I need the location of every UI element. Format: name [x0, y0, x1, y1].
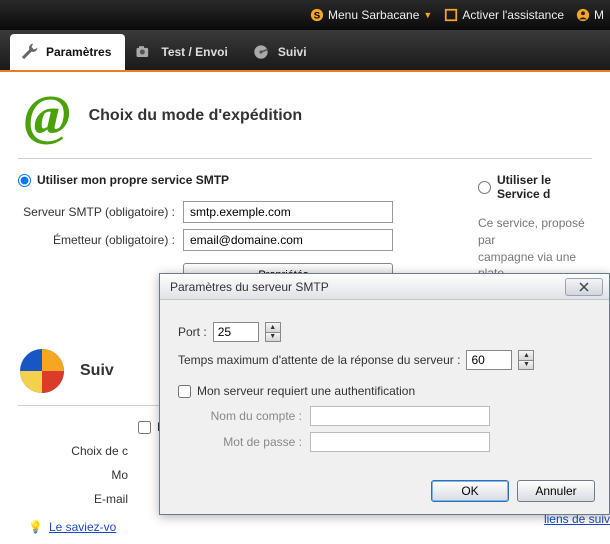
ext-service-radio-label: Utiliser le Service d [497, 173, 592, 201]
activate-assist[interactable]: Activer l'assistance [444, 8, 564, 22]
sarbacane-logo-icon: S [310, 8, 324, 22]
timeout-input[interactable] [466, 350, 512, 370]
tab-suivi-label: Suivi [278, 45, 307, 59]
menu-sarbacane-label: Menu Sarbacane [328, 8, 419, 22]
divider [18, 158, 592, 159]
at-sign-icon: @ [24, 88, 71, 144]
ext-service-option[interactable]: Utiliser le Service d [478, 173, 592, 201]
emitter-input[interactable] [183, 229, 393, 251]
auth-checkbox-row[interactable]: Mon serveur requiert une authentificatio… [178, 384, 591, 398]
square-icon [444, 8, 458, 22]
svg-text:S: S [314, 11, 321, 22]
port-label: Port : [178, 325, 207, 339]
auth-required-label: Mon serveur requiert une authentificatio… [197, 384, 415, 398]
mo-label: Mo [18, 468, 138, 482]
password-input[interactable] [310, 432, 490, 452]
tab-test-label: Test / Envoi [161, 45, 227, 59]
tab-suivi[interactable]: Suivi [242, 34, 321, 70]
port-row: Port : ▲▼ [178, 322, 591, 342]
suivi-title: Suiv [80, 362, 114, 380]
main-tab-bar: Paramètres Test / Envoi Suivi [0, 30, 610, 72]
dialog-title: Paramètres du serveur SMTP [170, 280, 329, 294]
ext-service-radio[interactable] [478, 181, 491, 194]
own-smtp-radio[interactable] [18, 174, 31, 187]
dialog-close-button[interactable] [565, 278, 603, 296]
tab-parametres[interactable]: Paramètres [10, 34, 125, 70]
smtp-server-input[interactable] [183, 201, 393, 223]
password-label: Mot de passe : [200, 435, 310, 449]
auth-required-checkbox[interactable] [178, 385, 191, 398]
smtp-settings-dialog: Paramètres du serveur SMTP Port : ▲▼ Tem… [159, 273, 610, 515]
dialog-titlebar[interactable]: Paramètres du serveur SMTP [160, 274, 609, 300]
spin-up-icon[interactable]: ▲ [519, 351, 533, 361]
user-icon [576, 8, 590, 22]
choix-label: Choix de c [18, 444, 138, 458]
tab-test-envoi[interactable]: Test / Envoi [125, 34, 241, 70]
ok-button[interactable]: OK [431, 480, 509, 502]
timeout-row: Temps maximum d'attente de la réponse du… [178, 350, 591, 370]
effectuer-checkbox[interactable] [138, 421, 151, 434]
radar-icon [250, 41, 272, 63]
spin-up-icon[interactable]: ▲ [266, 323, 280, 333]
page-title: Choix du mode d'expédition [89, 107, 303, 125]
port-spinner[interactable]: ▲▼ [265, 322, 281, 342]
tip-row: 💡 Le saviez-vo [28, 520, 592, 534]
own-smtp-option[interactable]: Utiliser mon propre service SMTP [18, 173, 448, 187]
timeout-spinner[interactable]: ▲▼ [518, 350, 534, 370]
account-name-label: Nom du compte : [200, 409, 310, 423]
timeout-label: Temps maximum d'attente de la réponse du… [178, 353, 460, 367]
tip-link[interactable]: Le saviez-vo [49, 520, 116, 534]
lightbulb-icon: 💡 [28, 520, 43, 534]
account-menu[interactable]: M [576, 8, 604, 22]
chevron-down-icon: ▼ [423, 10, 432, 20]
port-input[interactable] [213, 322, 259, 342]
account-label: M [594, 8, 604, 22]
account-name-input[interactable] [310, 406, 490, 426]
smtp-server-label: Serveur SMTP (obligatoire) : [18, 205, 183, 219]
wrench-icon [18, 41, 40, 63]
cancel-button[interactable]: Annuler [517, 480, 595, 502]
spin-down-icon[interactable]: ▼ [266, 333, 280, 342]
menu-sarbacane[interactable]: S Menu Sarbacane ▼ [310, 8, 432, 22]
tab-parametres-label: Paramètres [46, 45, 111, 59]
top-menu-bar: S Menu Sarbacane ▼ Activer l'assistance … [0, 0, 610, 30]
email-label: E-mail [18, 492, 138, 506]
own-smtp-radio-label: Utiliser mon propre service SMTP [37, 173, 229, 187]
spin-down-icon[interactable]: ▼ [519, 361, 533, 370]
camera-icon [133, 41, 155, 63]
activate-assist-label: Activer l'assistance [462, 8, 564, 22]
close-icon [579, 282, 589, 292]
emitter-label: Émetteur (obligatoire) : [18, 233, 183, 247]
pie-chart-icon [18, 347, 66, 395]
